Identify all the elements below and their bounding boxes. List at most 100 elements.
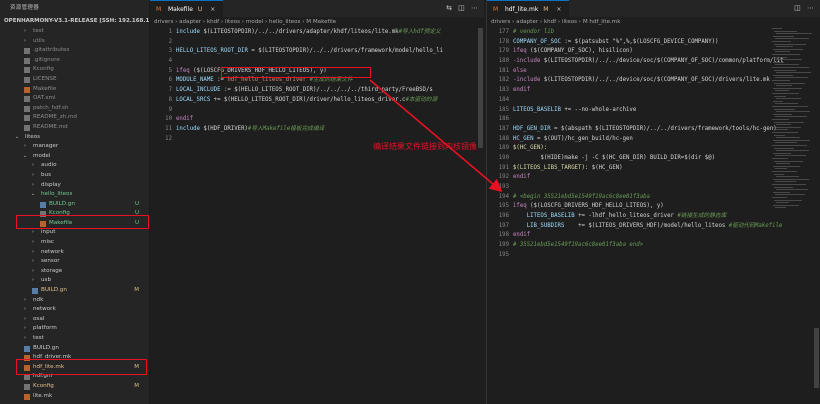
code-line[interactable]: 197 LIB_SUBDIRS += $(LITEOS_DRIVERS_HDF)… — [487, 222, 820, 232]
code-line[interactable]: 186 — [487, 115, 820, 125]
tree-file[interactable]: Makefile — [0, 85, 149, 95]
code-line[interactable]: 11 include $(HDF_DRIVER)#导入Makefile模板完成编译 — [150, 125, 484, 135]
tree-file[interactable]: BUILD.gn M — [0, 286, 149, 296]
tree-file[interactable]: README.md — [0, 123, 149, 133]
code-line[interactable]: 188 HC_GEN = $(OUT)/hc_gen_build/hc-gen — [487, 135, 820, 145]
tree-file[interactable]: .gitattributes — [0, 46, 149, 56]
scrollbar[interactable] — [813, 28, 820, 404]
code-line[interactable]: 193 — [487, 183, 820, 193]
code-line[interactable]: 196 LITEOS_BASELIB += -lhdf_hello_liteos… — [487, 212, 820, 222]
tree-folder[interactable]: ⌄ liteos — [0, 133, 149, 143]
tree-folder[interactable]: › display — [0, 181, 149, 191]
tab-hdf-lite-mk[interactable]: M hdf_lite.mk M × — [487, 0, 570, 17]
scrollbar[interactable] — [477, 28, 484, 404]
close-icon[interactable]: × — [210, 6, 215, 13]
code-line[interactable]: 195 — [487, 251, 820, 261]
tree-folder[interactable]: › sensor — [0, 257, 149, 267]
tree-file[interactable]: .gitignore — [0, 56, 149, 66]
code-line[interactable]: 185 LITEOS_BASELIB += --no-whole-archive — [487, 106, 820, 116]
tree-folder[interactable]: › storage — [0, 267, 149, 277]
tree-file[interactable]: OAT.xml — [0, 94, 149, 104]
code-line[interactable]: 8 LOCAL_SRCS += $(HELLO_LITEOS_ROOT_DIR)/… — [150, 96, 484, 106]
minimap-line — [775, 194, 805, 196]
code-line[interactable]: 2 — [150, 38, 484, 48]
line-number: 187 — [498, 125, 509, 132]
tree-folder[interactable]: › input — [0, 228, 149, 238]
code-line[interactable]: 183 endif — [487, 86, 820, 96]
editor-actions[interactable]: ⇆ ◫ ⋯ — [446, 0, 478, 17]
tree-folder[interactable]: › manager — [0, 142, 149, 152]
code-line[interactable]: 199 # 35521ebd5e1549f19ac6c8ee01f3aba end… — [487, 241, 820, 251]
line-number: 191 — [498, 164, 509, 171]
tree-file[interactable]: patch_hdf.sh — [0, 104, 149, 114]
code-line[interactable]: 178 COMPANY_OF_SOC := $(patsubst "%",%,$(… — [487, 38, 820, 48]
code-line[interactable]: 4 — [150, 57, 484, 67]
code-line[interactable]: 192 endif — [487, 173, 820, 183]
workspace-root[interactable]: OPENHARMONY-V3.1-RELEASE [SSH: 192.168.1… — [0, 16, 149, 27]
code-line[interactable]: 9 — [150, 106, 484, 116]
minimap-line — [776, 124, 791, 126]
code-line[interactable]: 179 ifeq ($(COMPANY_OF_SOC), hisilicon) — [487, 47, 820, 57]
tree-folder[interactable]: › usb — [0, 276, 149, 286]
tree-folder[interactable]: › osal — [0, 315, 149, 325]
tree-folder[interactable]: › audio — [0, 161, 149, 171]
tree-file[interactable]: lite.mk — [0, 392, 149, 402]
breadcrumb[interactable]: drivers › adapter › khdf › liteos › M hd… — [487, 17, 820, 28]
minimap-line — [774, 186, 793, 188]
tree-folder[interactable]: ⌄ model — [0, 152, 149, 162]
code-token: hdf_hello_liteos_driver — [227, 77, 307, 84]
minimap-line — [772, 41, 791, 42]
minimap-line — [776, 72, 811, 74]
file-icon — [24, 76, 30, 83]
tree-folder[interactable]: › network — [0, 305, 149, 315]
code-line[interactable]: 187 HDF_GEN_DIR = $(abspath $(LITEOSTOPDI… — [487, 125, 820, 135]
minimap[interactable] — [772, 28, 812, 228]
code-line[interactable]: 189 $(HC_GEN): — [487, 144, 820, 154]
breadcrumb[interactable]: drivers › adapter › khdf › liteos › mode… — [150, 17, 484, 28]
tree-folder[interactable]: › network — [0, 248, 149, 258]
tree-folder[interactable]: › bus — [0, 171, 149, 181]
tab-label: hdf_lite.mk — [505, 6, 539, 13]
highlight-hdf-lite-item — [16, 359, 147, 375]
tree-folder[interactable]: › utils — [0, 37, 149, 47]
tree-file[interactable]: Kconfig — [0, 65, 149, 75]
tree-folder[interactable]: › test — [0, 334, 149, 344]
tree-folder[interactable]: › platform — [0, 324, 149, 334]
code-token: = $(LITEOSTOPDIR)/../../drivers/framewor… — [247, 48, 444, 55]
code-line[interactable]: 198 endif — [487, 231, 820, 241]
code-line[interactable]: 181 else — [487, 67, 820, 77]
line-number: 196 — [498, 213, 509, 220]
tree-item-label: usb — [41, 277, 52, 284]
code-line[interactable]: 10 endif — [150, 115, 484, 125]
tree-file[interactable]: LICENSE — [0, 75, 149, 85]
tab-status-badge: M — [543, 6, 549, 13]
code-line[interactable]: 182 -include $(LITEOSTOPDIR)/../../device… — [487, 76, 820, 86]
close-icon[interactable]: × — [556, 6, 561, 13]
tree-folder[interactable]: › test — [0, 27, 149, 37]
editor-actions[interactable]: ◫ ⋯ — [794, 0, 814, 17]
code-token: $(HDF_DRIVER) — [203, 125, 248, 132]
minimap-line — [773, 126, 801, 128]
code-line[interactable]: 1 include $(LITEOSTOPDIR)/../../drivers/a… — [150, 28, 484, 38]
tab-makefile[interactable]: M Makefile U × — [150, 0, 224, 17]
tree-file[interactable]: BUILD.gn — [0, 344, 149, 354]
code-line[interactable]: 190 $(HIDE)make -j -C $(HC_GEN_DIR) BUIL… — [487, 154, 820, 164]
code-line[interactable]: 191 $(LITEOS_LIBS_TARGET): $(HC_GEN) — [487, 164, 820, 174]
tree-file[interactable]: Kconfig M — [0, 382, 149, 392]
tree-folder[interactable]: ⌄ hello_liteos — [0, 190, 149, 200]
code-token: LOCAL_SRCS — [176, 96, 211, 103]
chevron-right-icon: › — [24, 143, 26, 150]
code-line[interactable]: 7 LOCAL_INCLUDE := $(HELLO_LITEOS_ROOT_DI… — [150, 86, 484, 96]
code-line[interactable]: 194 # <begin 35521ebd5e1549f19ac6c8ee01f3… — [487, 193, 820, 203]
code-line[interactable]: 3 HELLO_LITEOS_ROOT_DIR = $(LITEOSTOPDIR)… — [150, 47, 484, 57]
code-area-left[interactable]: 1 include $(LITEOSTOPDIR)/../../drivers/a… — [150, 28, 484, 404]
code-line[interactable]: 177 # vendor lib — [487, 28, 820, 38]
tree-file[interactable]: BUILD.gn U — [0, 200, 149, 210]
tree-folder[interactable]: › ndk — [0, 296, 149, 306]
code-line[interactable]: 180 -include $(LITEOSTOPDIR)/../../device… — [487, 57, 820, 67]
tree-file[interactable]: README_zh.md — [0, 113, 149, 123]
code-line[interactable]: 184 — [487, 96, 820, 106]
code-area-right[interactable]: 177 # vendor lib 178 COMPANY_OF_SOC := $(pa… — [487, 28, 820, 404]
code-line[interactable]: 195 ifeq ($(LOSCFG_DRIVERS_HDF_HELLO_LITE… — [487, 202, 820, 212]
tree-folder[interactable]: › misc — [0, 238, 149, 248]
